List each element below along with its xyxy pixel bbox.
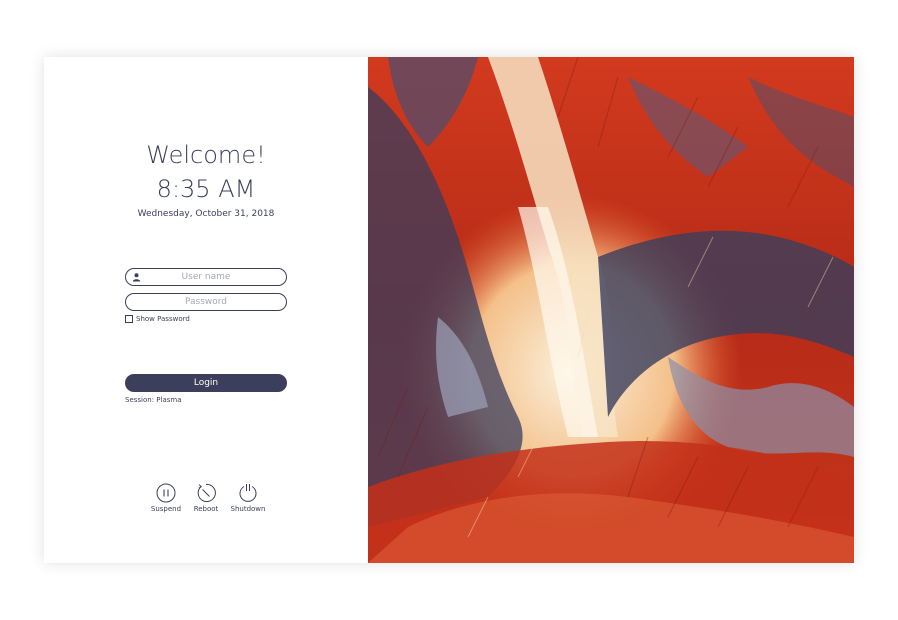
shutdown-button[interactable]: Shutdown — [228, 483, 268, 513]
welcome-heading: Welcome! — [146, 141, 266, 169]
suspend-button[interactable]: Suspend — [146, 483, 186, 513]
password-input[interactable] — [142, 294, 270, 310]
login-window: Welcome! 8:35 AM Wednesday, October 31, … — [44, 57, 854, 563]
suspend-label: Suspend — [150, 505, 182, 513]
show-password-checkbox[interactable] — [125, 315, 133, 323]
wallpaper-image — [368, 57, 854, 563]
reboot-icon — [197, 483, 216, 502]
power-actions: Suspend Reboot Shutdown — [146, 483, 270, 519]
session-selector[interactable]: Session: Plasma — [125, 396, 182, 404]
show-password-toggle[interactable]: Show Password — [125, 315, 190, 323]
username-field[interactable] — [125, 268, 287, 286]
reboot-button[interactable]: Reboot — [186, 483, 226, 513]
power-icon — [239, 484, 257, 502]
login-panel: Welcome! 8:35 AM Wednesday, October 31, … — [44, 57, 368, 563]
shutdown-label: Shutdown — [230, 505, 266, 513]
login-button[interactable]: Login — [125, 374, 287, 392]
password-field[interactable] — [125, 293, 287, 311]
pause-circle-icon — [156, 483, 176, 503]
user-icon — [132, 273, 141, 282]
username-input[interactable] — [142, 269, 270, 285]
show-password-label: Show Password — [136, 315, 190, 323]
clock-time: 8:35 AM — [156, 175, 256, 203]
fractal-wallpaper — [368, 57, 854, 563]
clock-date: Wednesday, October 31, 2018 — [137, 209, 275, 219]
reboot-label: Reboot — [193, 505, 219, 513]
